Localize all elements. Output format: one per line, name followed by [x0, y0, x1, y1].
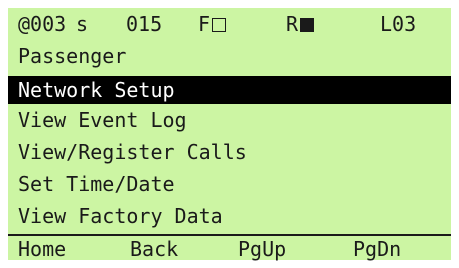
- menu-item-view-factory-data[interactable]: View Factory Data: [8, 202, 451, 230]
- menu-item-network-setup[interactable]: Network Setup: [8, 76, 451, 104]
- menu-title: Passenger: [18, 44, 127, 68]
- menu-item-view-register-calls[interactable]: View/Register Calls: [8, 138, 451, 166]
- status-bar: @003 s 015 F R L03: [8, 10, 451, 38]
- filled-square-icon: [300, 18, 315, 32]
- status-r-label: R: [286, 12, 299, 36]
- softkey-home[interactable]: Home: [18, 236, 66, 262]
- status-f-indicator: F: [198, 10, 227, 38]
- softkey-bar: Home Back PgUp PgDn: [8, 234, 451, 262]
- softkey-pgup[interactable]: PgUp: [238, 236, 286, 262]
- status-count: 015: [126, 12, 163, 36]
- menu-item-set-time-date[interactable]: Set Time/Date: [8, 170, 451, 198]
- empty-square-icon: [212, 18, 227, 32]
- status-mode: s: [76, 12, 89, 36]
- status-f-label: F: [198, 12, 211, 36]
- status-level: L03: [380, 12, 417, 36]
- softkey-pgdn[interactable]: PgDn: [353, 236, 401, 262]
- softkey-back[interactable]: Back: [130, 236, 178, 262]
- status-r-indicator: R: [286, 10, 315, 38]
- status-address: @003: [18, 12, 67, 36]
- lcd-screen: @003 s 015 F R L03 Passenger Network Set…: [8, 8, 451, 262]
- menu-item-view-event-log[interactable]: View Event Log: [8, 106, 451, 134]
